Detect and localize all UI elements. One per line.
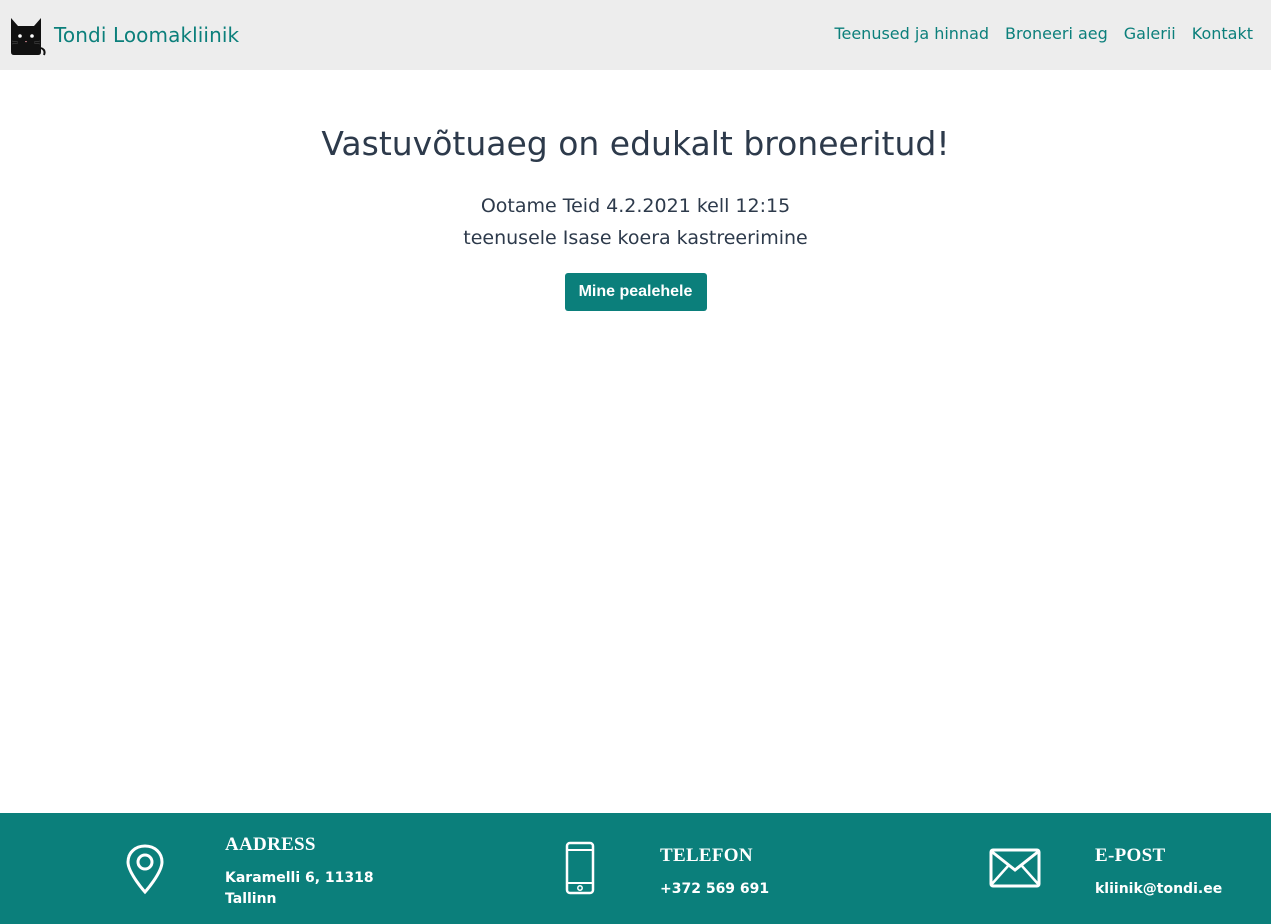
phone-title: TELEFON — [660, 845, 753, 866]
address-line1: Karamelli 6, 11318 — [225, 870, 374, 886]
smartphone-icon — [565, 841, 595, 895]
cat-logo-icon — [11, 18, 46, 56]
address-title: AADRESS — [225, 834, 316, 855]
appointment-service-text: teenusele Isase koera kastreerimine — [463, 227, 808, 249]
appointment-datetime-text: Ootame Teid 4.2.2021 kell 12:15 — [480, 195, 791, 217]
nav-link-kontakt[interactable]: Kontakt — [1192, 23, 1253, 45]
brand-name: Tondi Loomakliinik — [54, 23, 240, 47]
map-pin-icon — [126, 844, 164, 895]
navbar: Tondi Loomakliinik Teenused ja hinnad Br… — [0, 0, 1271, 70]
brand-link[interactable]: Tondi Loomakliinik — [8, 14, 239, 56]
nav-link-galerii[interactable]: Galerii — [1124, 23, 1176, 45]
footer: AADRESS Karamelli 6, 11318 Tallinn TELEF… — [0, 813, 1271, 924]
phone-value[interactable]: +372 569 691 — [660, 879, 769, 900]
envelope-icon — [989, 848, 1041, 888]
main-nav: Teenused ja hinnad Broneeri aeg Galerii … — [818, 23, 1253, 45]
nav-link-broneeri[interactable]: Broneeri aeg — [1005, 23, 1108, 45]
confirmation-heading: Vastuvõtuaeg on edukalt broneeritud! — [321, 124, 950, 163]
confirmation-section: Vastuvõtuaeg on edukalt broneeritud! Oot… — [0, 70, 1271, 311]
go-home-button[interactable]: Mine pealehele — [564, 273, 707, 311]
email-title: E-POST — [1095, 845, 1166, 866]
email-value[interactable]: kliinik@tondi.ee — [1095, 879, 1222, 900]
address-line2: Tallinn — [225, 891, 277, 907]
nav-link-teenused[interactable]: Teenused ja hinnad — [834, 23, 989, 45]
